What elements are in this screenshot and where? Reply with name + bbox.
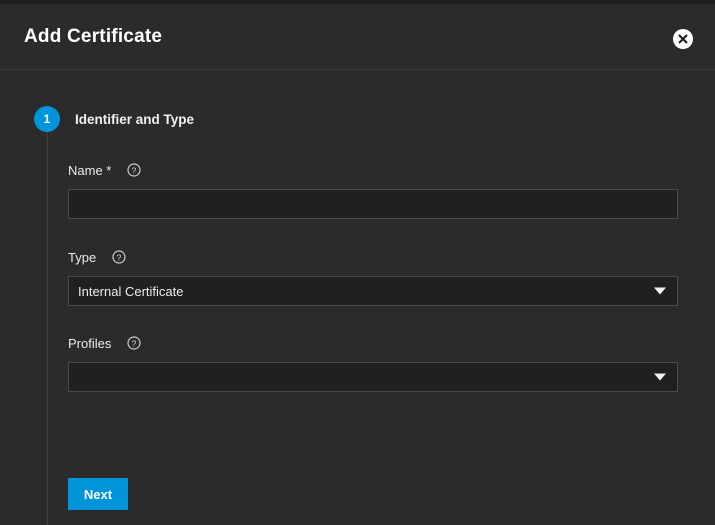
chevron-down-icon [654, 373, 666, 381]
field-name-label-row: Name * ? [68, 161, 678, 179]
chevron-down-icon [654, 287, 666, 295]
step-number-badge: 1 [34, 106, 60, 132]
close-button[interactable] [673, 29, 693, 49]
dialog-header: Add Certificate [0, 4, 715, 70]
step-connector-line [47, 131, 48, 525]
svg-text:?: ? [117, 252, 122, 262]
close-icon [676, 32, 690, 46]
field-type-label: Type [68, 249, 97, 265]
field-name-label: Name * [68, 162, 112, 178]
field-type: Type ? Internal Certificate [68, 248, 678, 306]
field-type-label-row: Type ? [68, 248, 678, 266]
type-select-value: Internal Certificate [78, 283, 184, 299]
step-title: Identifier and Type [75, 111, 195, 127]
profiles-select[interactable] [68, 362, 678, 392]
type-select[interactable]: Internal Certificate [68, 276, 678, 306]
step-header: 1 Identifier and Type [34, 106, 194, 132]
svg-text:?: ? [132, 165, 137, 175]
field-profiles: Profiles ? [68, 334, 678, 392]
question-circle-icon[interactable]: ? [112, 250, 126, 264]
dialog-body: 1 Identifier and Type Name * ? Type ? In… [0, 71, 715, 525]
dialog-title: Add Certificate [24, 26, 163, 47]
field-profiles-label: Profiles [68, 335, 112, 351]
svg-text:?: ? [132, 338, 137, 348]
question-circle-icon[interactable]: ? [127, 336, 141, 350]
field-name: Name * ? [68, 161, 678, 219]
question-circle-icon[interactable]: ? [127, 163, 141, 177]
name-input[interactable] [68, 189, 678, 219]
field-profiles-label-row: Profiles ? [68, 334, 678, 352]
next-button[interactable]: Next [68, 478, 128, 510]
